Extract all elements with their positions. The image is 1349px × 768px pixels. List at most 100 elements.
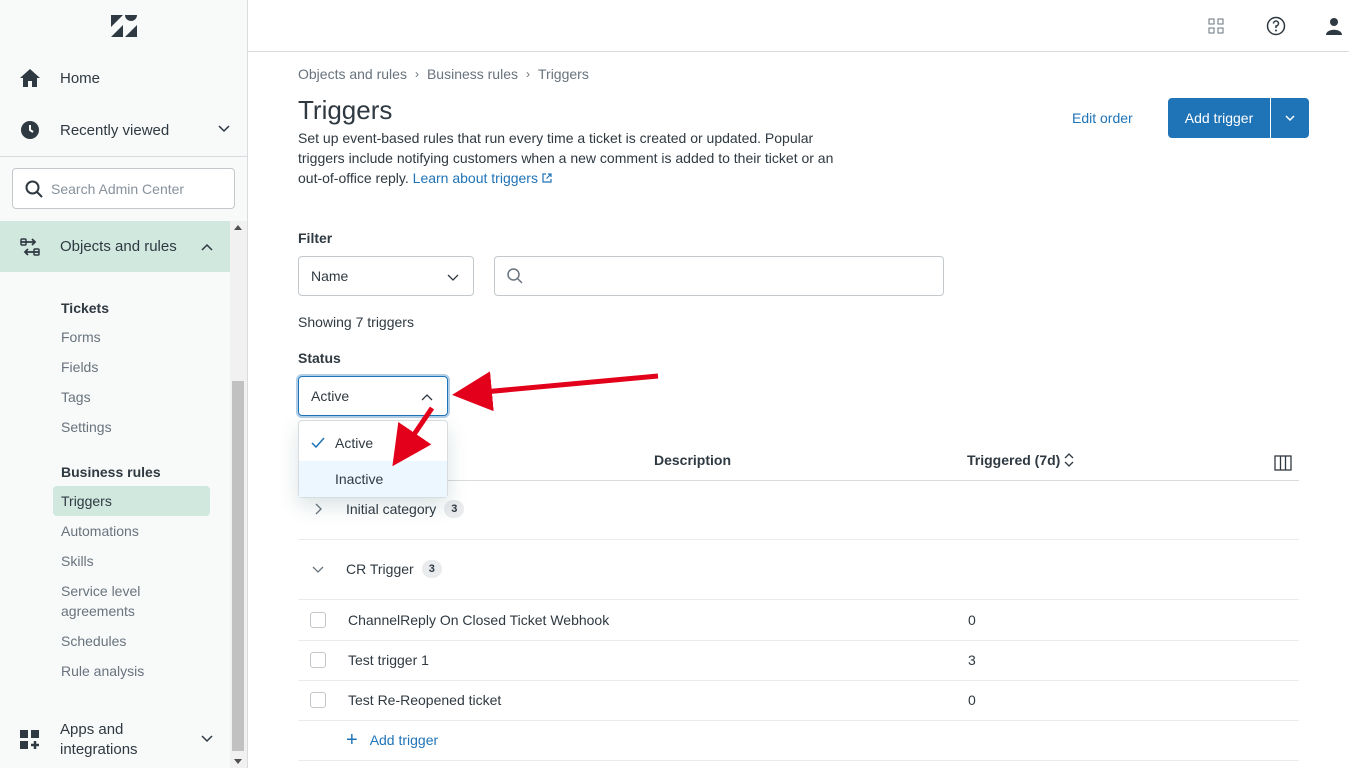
trigger-count: 0	[968, 692, 976, 708]
row-divider	[298, 720, 1299, 721]
sidebar-item-skills[interactable]: Skills	[61, 551, 94, 571]
divider	[0, 156, 247, 157]
nav-home-label: Home	[60, 69, 101, 87]
nav-apps-label: Apps and integrations	[60, 721, 138, 758]
sidebar-item-sla[interactable]: Service level agreements	[61, 581, 171, 621]
status-option-label: Active	[335, 435, 374, 451]
scroll-thumb[interactable]	[232, 381, 244, 751]
trigger-name-link[interactable]: Test Re-Reopened ticket	[348, 692, 501, 708]
edit-order-link[interactable]: Edit order	[1072, 110, 1133, 126]
user-avatar-icon[interactable]	[1322, 14, 1346, 38]
nav-apps-and-integrations[interactable]: Apps and integrations	[0, 712, 230, 768]
row-checkbox[interactable]	[310, 612, 326, 628]
nav-recently-viewed-label: Recently viewed	[60, 121, 170, 139]
chevron-up-icon	[201, 243, 213, 251]
help-icon[interactable]	[1264, 14, 1288, 38]
page-title: Triggers	[298, 95, 393, 125]
clock-icon	[18, 118, 42, 142]
external-link-icon	[542, 173, 552, 183]
sidebar-item-fields[interactable]: Fields	[61, 357, 98, 377]
sidebar-scrollbar[interactable]	[230, 221, 247, 768]
column-header-description[interactable]: Description	[654, 452, 731, 468]
column-settings-icon[interactable]	[1274, 455, 1292, 471]
breadcrumb-objects-and-rules[interactable]: Objects and rules	[298, 66, 407, 82]
category-count-badge: 3	[421, 560, 442, 578]
learn-about-triggers-link[interactable]: Learn about triggers	[413, 170, 552, 186]
filter-field-value: Name	[311, 268, 349, 284]
page-description-text: Set up event-based rules that run every …	[298, 130, 834, 186]
row-divider	[298, 539, 1299, 540]
filter-search-input[interactable]	[494, 256, 944, 296]
plus-icon: +	[346, 729, 358, 751]
chevron-right-icon[interactable]	[306, 503, 330, 515]
sidebar-item-schedules[interactable]: Schedules	[61, 631, 126, 651]
row-checkbox[interactable]	[310, 692, 326, 708]
category-name: Initial category	[346, 501, 437, 517]
status-option-inactive[interactable]: Inactive	[299, 461, 447, 497]
row-checkbox[interactable]	[310, 652, 326, 668]
admin-search-input[interactable]	[51, 180, 231, 197]
scroll-up-arrow[interactable]	[234, 225, 242, 230]
chevron-down-icon	[447, 274, 459, 281]
status-label: Status	[298, 350, 341, 366]
trigger-name-link[interactable]: ChannelReply On Closed Ticket Webhook	[348, 612, 609, 628]
trigger-name-link[interactable]: Test trigger 1	[348, 652, 429, 668]
chevron-down-icon[interactable]	[306, 564, 330, 574]
row-divider	[298, 760, 1299, 761]
chevron-down-icon	[218, 125, 230, 133]
breadcrumb: Objects and rules › Business rules › Tri…	[298, 66, 589, 82]
filter-field-select[interactable]: Name	[298, 256, 474, 296]
nav-home[interactable]: Home	[0, 52, 247, 104]
chevron-right-icon: ›	[414, 67, 419, 81]
sidebar-item-settings[interactable]: Settings	[61, 417, 112, 437]
breadcrumb-triggers: Triggers	[538, 66, 589, 82]
chevron-right-icon: ›	[526, 67, 530, 81]
zendesk-logo[interactable]	[110, 14, 138, 38]
home-icon	[18, 66, 42, 90]
status-option-active[interactable]: Active	[299, 425, 447, 461]
column-header-triggered[interactable]: Triggered (7d)	[967, 452, 1074, 468]
objects-rules-icon	[20, 237, 40, 256]
scroll-down-arrow[interactable]	[234, 759, 242, 764]
search-icon	[25, 180, 43, 198]
chevron-up-icon	[421, 394, 433, 401]
sidebar-item-automations[interactable]: Automations	[61, 521, 139, 541]
trigger-count: 3	[968, 652, 976, 668]
business-rules-heading: Business rules	[61, 464, 161, 480]
status-dropdown-menu: Active Inactive	[298, 420, 448, 498]
table-header-divider	[298, 480, 1299, 481]
breadcrumb-business-rules[interactable]: Business rules	[427, 66, 518, 82]
add-trigger-button[interactable]: Add trigger	[1168, 98, 1270, 138]
sidebar-item-rule-analysis[interactable]: Rule analysis	[61, 661, 144, 681]
chevron-down-icon	[1285, 115, 1295, 122]
triggers-count: Showing 7 triggers	[298, 314, 414, 330]
products-grid-icon[interactable]	[1204, 14, 1228, 38]
tickets-heading: Tickets	[61, 300, 109, 316]
category-row-cr-trigger[interactable]: CR Trigger 3	[306, 560, 442, 578]
trigger-count: 0	[968, 612, 976, 628]
row-divider	[298, 640, 1299, 641]
sidebar-item-triggers[interactable]: Triggers	[53, 486, 210, 516]
nav-recently-viewed[interactable]: Recently viewed	[0, 104, 247, 156]
nav-objects-and-rules[interactable]: Objects and rules	[0, 221, 230, 272]
sidebar: Home Recently viewed Objects and rules T…	[0, 0, 248, 768]
top-header	[248, 0, 1349, 52]
chevron-down-icon	[201, 735, 213, 743]
status-select[interactable]: Active	[298, 376, 448, 416]
add-trigger-row-label: Add trigger	[369, 732, 439, 748]
category-row-initial[interactable]: Initial category 3	[306, 500, 465, 518]
sidebar-item-forms[interactable]: Forms	[61, 327, 101, 347]
add-trigger-row-link[interactable]: + Add trigger	[346, 729, 439, 751]
row-divider	[298, 680, 1299, 681]
add-trigger-menu-button[interactable]	[1271, 98, 1309, 138]
page-description: Set up event-based rules that run every …	[298, 128, 858, 188]
sort-icon	[1064, 453, 1074, 467]
apps-icon	[20, 730, 39, 749]
sidebar-item-tags[interactable]: Tags	[61, 387, 91, 407]
filter-label: Filter	[298, 230, 333, 246]
category-count-badge: 3	[444, 500, 465, 518]
nav-objects-and-rules-label: Objects and rules	[60, 238, 177, 255]
row-divider	[298, 599, 1299, 600]
admin-search-box[interactable]	[12, 168, 235, 209]
annotation-arrow-to-select	[452, 371, 659, 412]
